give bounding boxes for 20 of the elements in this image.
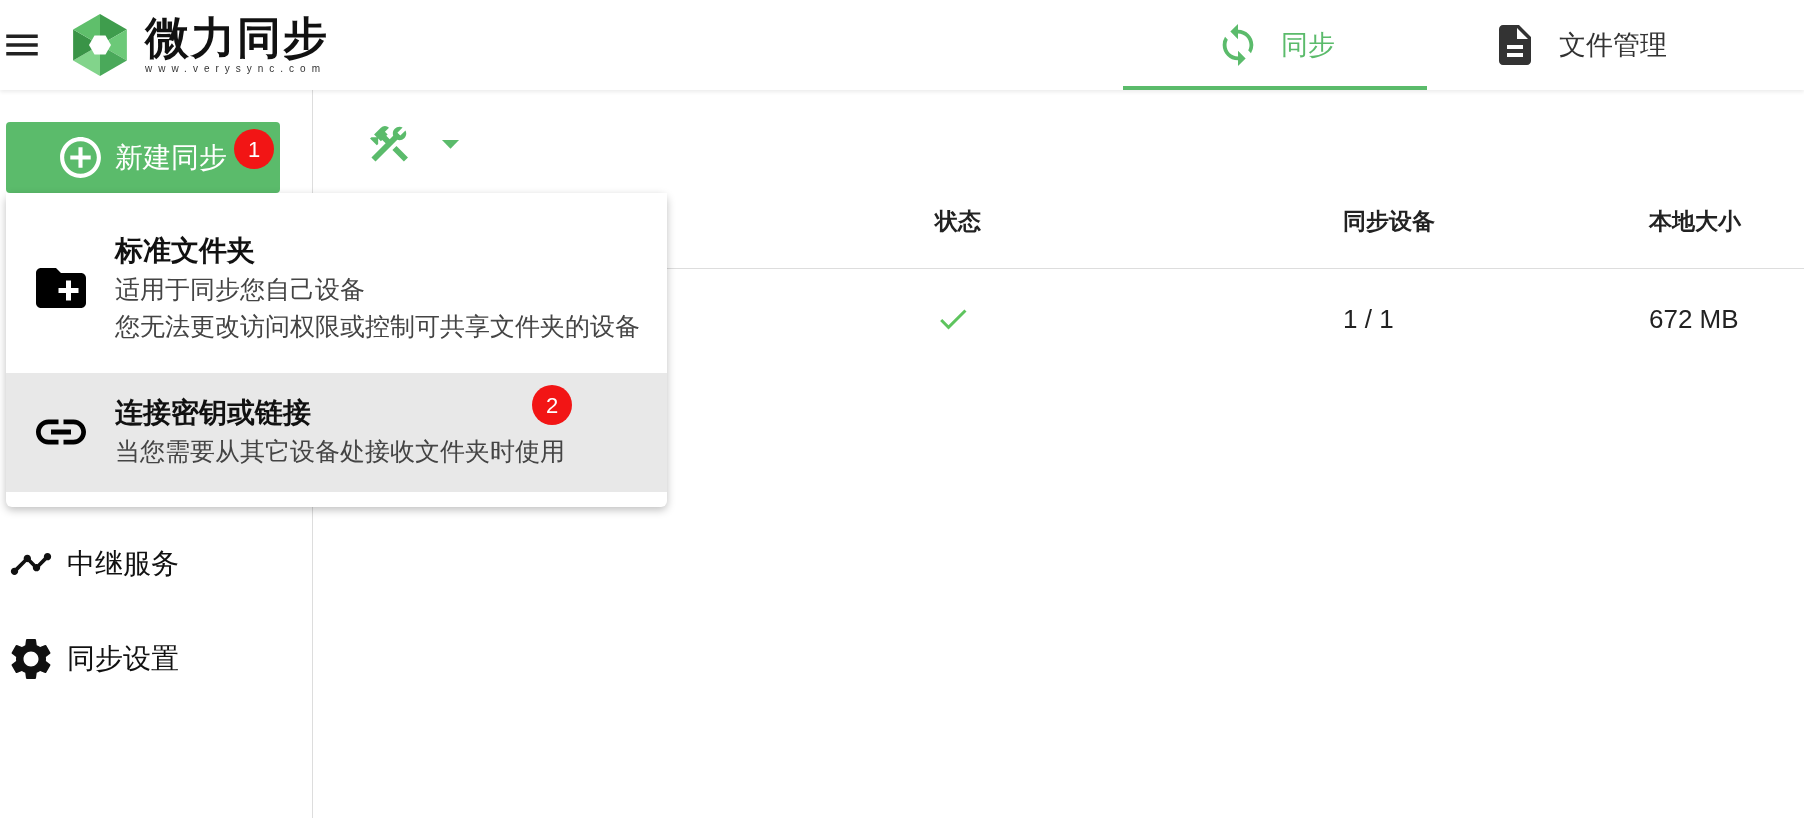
sidebar-item[interactable]: 同步设置 xyxy=(0,611,312,706)
table-cell-text: 1 / 1 xyxy=(1343,302,1394,336)
table-cell-text: 672 MB xyxy=(1649,302,1739,336)
menu-item-title: 连接密钥或链接 xyxy=(115,396,311,430)
step-marker: 2 xyxy=(532,385,572,425)
column-header: 本地大小 xyxy=(1649,208,1741,234)
website-text: www.verysync.com xyxy=(145,63,326,75)
menu-item-description: 您无法更改访问权限或控制可共享文件夹的设备 xyxy=(115,311,640,342)
sidebar-item[interactable]: 中继服务 xyxy=(0,516,312,611)
step-marker: 1 xyxy=(234,129,274,169)
menu-item-title: 标准文件夹 xyxy=(115,234,255,268)
menu-item[interactable]: 标准文件夹 适用于同步您自己设备 您无法更改访问权限或控制可共享文件夹的设备 xyxy=(6,193,667,373)
menu-item[interactable]: 连接密钥或链接 当您需要从其它设备处接收文件夹时使用 2 xyxy=(6,373,667,492)
column-header: 同步设备 xyxy=(1343,208,1435,234)
nav-tab[interactable]: 文件管理 xyxy=(1427,0,1731,90)
app-name: 微力同步 xyxy=(145,15,329,61)
menu-item-description: 适用于同步您自己设备 xyxy=(115,274,365,305)
new-sync-button[interactable]: 新建同步 1 xyxy=(6,122,280,193)
column-header: 状态 xyxy=(935,208,981,234)
menu-item-description: 当您需要从其它设备处接收文件夹时使用 xyxy=(115,436,565,467)
